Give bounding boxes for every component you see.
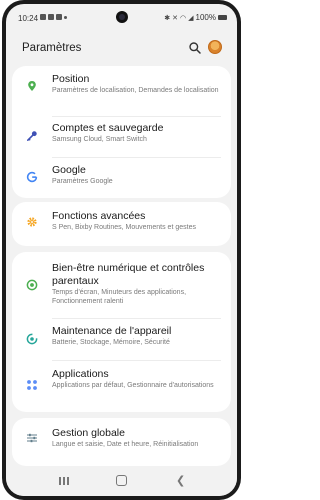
- settings-item-applications[interactable]: Applications Applications par défaut, Ge…: [12, 361, 231, 412]
- gear-plus-icon: [27, 217, 37, 227]
- page-title: Paramètres: [22, 42, 82, 54]
- settings-item-subtitle: Applications par défaut, Gestionnaire d'…: [52, 382, 214, 389]
- settings-item-wellbeing[interactable]: Bien-être numérique et contrôles parenta…: [12, 252, 231, 316]
- settings-item-advanced-features[interactable]: Fonctions avancées S Pen, Bixby Routines…: [12, 202, 231, 246]
- settings-item-subtitle: Paramètres de localisation, Demandes de …: [52, 87, 219, 94]
- device-care-icon: [26, 333, 38, 345]
- phone-frame: 10:24 ✱ ✕ ◠ ◢ 100% Paramètres Position P…: [2, 0, 241, 500]
- settings-item-subtitle: Batterie, Stockage, Mémoire, Sécurité: [52, 339, 170, 346]
- settings-item-title: Bien-être numérique et contrôles parenta…: [52, 262, 205, 287]
- settings-item-google[interactable]: Google Paramètres Google: [12, 158, 231, 198]
- profile-avatar[interactable]: [208, 40, 222, 54]
- settings-item-general-management[interactable]: Gestion globale Langue et saisie, Date e…: [12, 418, 231, 462]
- battery-icon: [218, 15, 227, 20]
- navigation-bar: ❮: [6, 466, 237, 496]
- settings-card-4: Gestion globale Langue et saisie, Date e…: [12, 418, 231, 466]
- more-dot-icon: [64, 16, 67, 19]
- settings-item-device-care[interactable]: Maintenance de l'appareil Batterie, Stoc…: [12, 319, 231, 359]
- notification-icons: [40, 14, 67, 20]
- bluetooth-icon: ✱: [164, 14, 171, 22]
- message-icon: [56, 14, 62, 20]
- settings-card-3: Bien-être numérique et contrôles parenta…: [12, 252, 231, 412]
- settings-item-title: Position: [52, 73, 90, 85]
- screen: 10:24 ✱ ✕ ◠ ◢ 100% Paramètres Position P…: [6, 4, 237, 496]
- signal-icon: ◢: [188, 14, 194, 22]
- settings-item-subtitle: Samsung Cloud, Smart Switch: [52, 136, 147, 143]
- settings-item-title: Applications: [52, 368, 109, 380]
- settings-item-subtitle: Paramètres Google: [52, 178, 113, 185]
- recents-button[interactable]: [58, 476, 70, 486]
- status-bar: 10:24 ✱ ✕ ◠ ◢ 100%: [6, 4, 237, 24]
- settings-card-2: Fonctions avancées S Pen, Bixby Routines…: [12, 202, 231, 246]
- settings-item-accounts[interactable]: Comptes et sauvegarde Samsung Cloud, Sma…: [12, 117, 231, 157]
- image-icon: [48, 14, 54, 20]
- settings-item-title: Gestion globale: [52, 427, 125, 439]
- search-icon[interactable]: [188, 41, 202, 55]
- wifi-icon: ◠: [180, 14, 187, 22]
- settings-item-subtitle: Temps d'écran, Minuteurs des application…: [52, 289, 187, 305]
- mute-icon: ✕: [172, 14, 179, 22]
- status-right: ✱ ✕ ◠ ◢ 100%: [164, 13, 227, 22]
- key-icon: [26, 131, 37, 141]
- sliders-icon: [27, 433, 37, 443]
- settings-item-title: Fonctions avancées: [52, 210, 146, 222]
- gallery-icon: [40, 14, 46, 20]
- settings-item-title: Maintenance de l'appareil: [52, 325, 172, 337]
- wellbeing-icon: [26, 279, 38, 291]
- settings-item-position[interactable]: Position Paramètres de localisation, Dem…: [12, 66, 231, 110]
- location-pin-icon: [28, 81, 36, 91]
- settings-item-subtitle: Langue et saisie, Date et heure, Réiniti…: [52, 441, 199, 448]
- settings-item-subtitle: S Pen, Bixby Routines, Mouvements et ges…: [52, 224, 196, 231]
- status-time: 10:24: [18, 14, 39, 23]
- apps-icon: [27, 380, 37, 390]
- settings-item-title: Google: [52, 164, 86, 176]
- settings-card-1: Position Paramètres de localisation, Dem…: [12, 66, 231, 198]
- back-button[interactable]: ❮: [176, 474, 185, 487]
- front-camera: [116, 11, 128, 23]
- google-icon: [26, 171, 38, 183]
- battery-percent: 100%: [195, 13, 216, 22]
- home-button[interactable]: [116, 475, 127, 486]
- settings-item-title: Comptes et sauvegarde: [52, 122, 164, 134]
